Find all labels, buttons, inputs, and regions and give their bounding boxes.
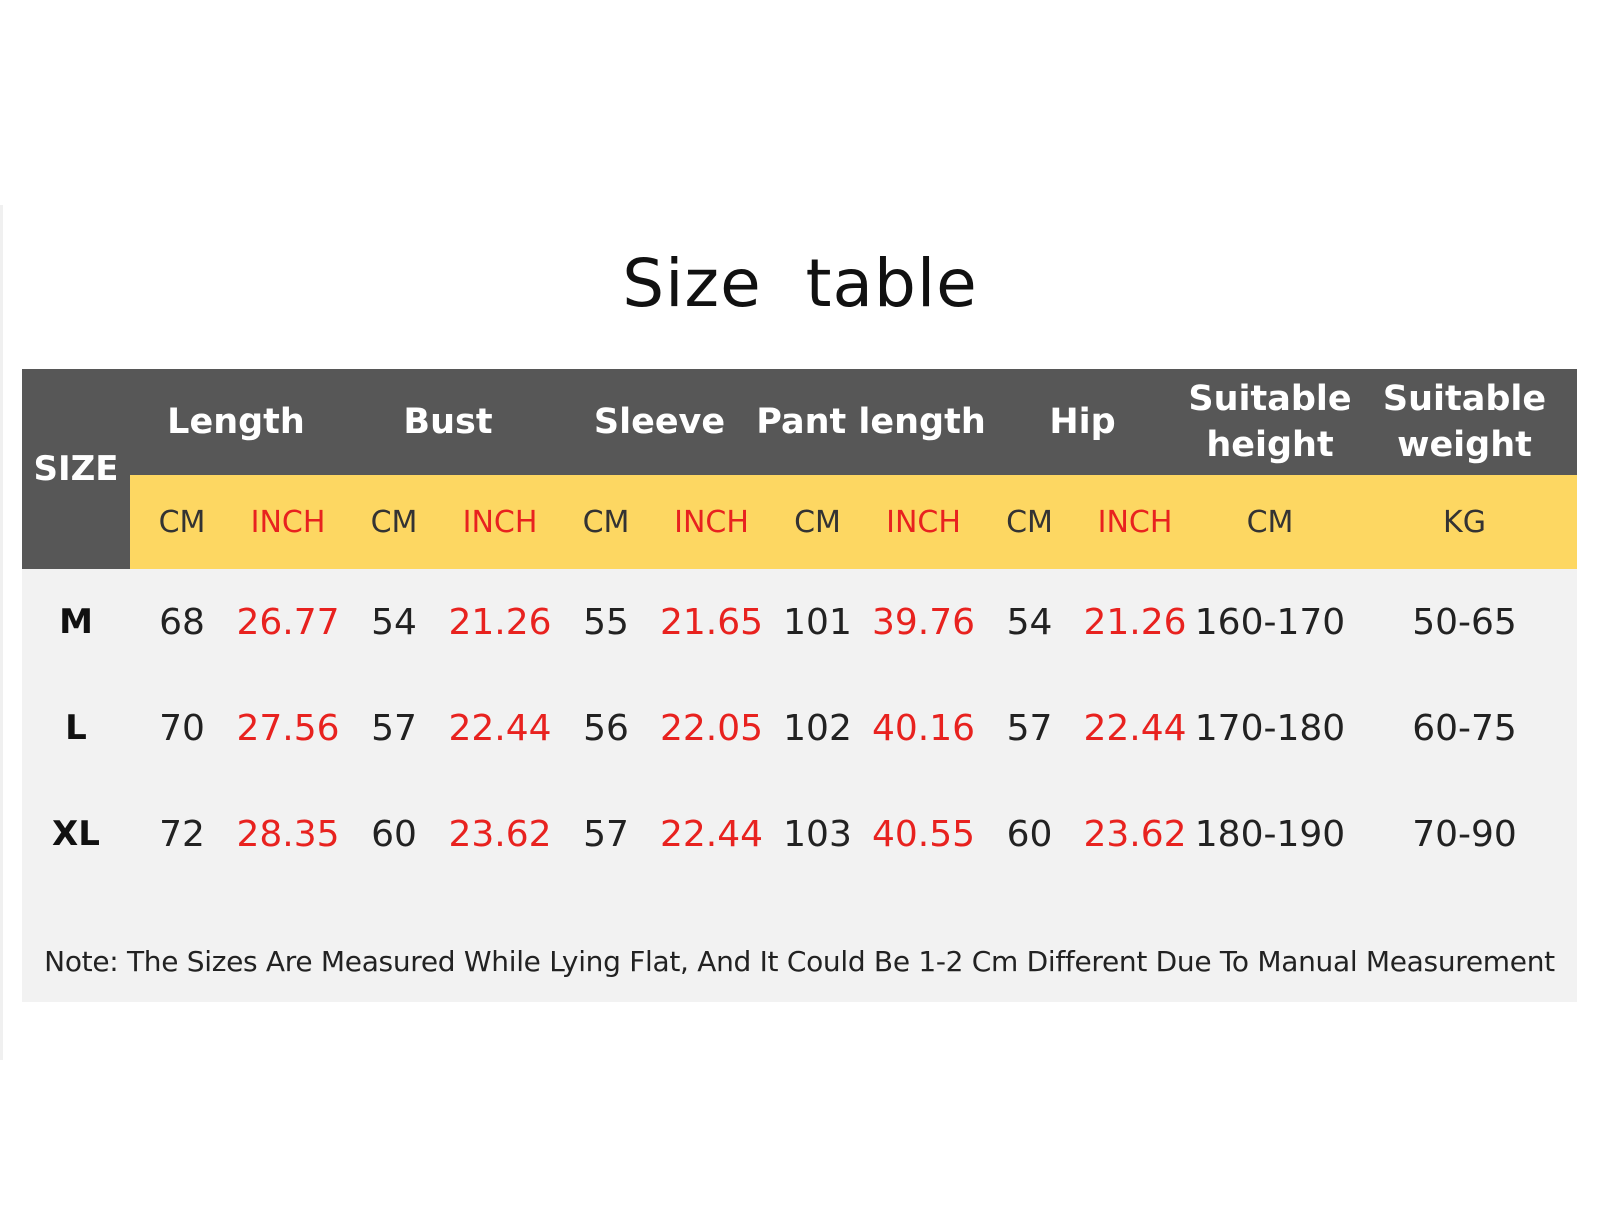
table-cell: 23.62 [448, 813, 552, 855]
table-cell: 27.56 [236, 707, 340, 749]
table-cell: 22.44 [448, 707, 552, 749]
table-cell: 40.16 [871, 707, 976, 749]
column-header-pant-length: Pant length [756, 402, 986, 442]
unit-label-cm: CM [582, 504, 630, 540]
table-cell: 22.44 [1083, 707, 1187, 749]
table-cell: 68 [159, 601, 205, 643]
measurement-note: Note: The Sizes Are Measured While Lying… [44, 944, 1555, 978]
column-header-hip: Hip [1049, 402, 1116, 442]
table-cell: 57 [371, 707, 417, 749]
table-cell: 26.77 [236, 601, 340, 643]
table-cell: 55 [583, 601, 629, 643]
column-header-suitable-weight: Suitable weight [1382, 379, 1547, 465]
column-header-length: Length [167, 402, 305, 442]
unit-label-inch: INCH [1097, 504, 1173, 540]
table-cell: 50-65 [1412, 601, 1517, 643]
row-size-label: XL [52, 814, 100, 854]
table-cell: 21.26 [448, 601, 552, 643]
table-cell: 70-90 [1412, 813, 1517, 855]
unit-label-cm: CM [1006, 504, 1053, 540]
unit-label-inch: INCH [674, 504, 749, 540]
table-cell: 103 [783, 813, 852, 855]
table-cell: 180-190 [1194, 813, 1346, 855]
table-cell: 60-75 [1412, 707, 1517, 749]
table-cell: 56 [583, 707, 629, 749]
table-cell: 170-180 [1194, 707, 1346, 749]
size-column-header: SIZE [33, 449, 119, 489]
table-cell: 40.55 [871, 813, 976, 855]
table-cell: 23.62 [1083, 813, 1187, 855]
unit-label-cm: CM [794, 504, 841, 540]
column-header-sleeve: Sleeve [593, 402, 726, 442]
table-cell: 57 [1006, 707, 1053, 749]
table-cell: 70 [159, 707, 205, 749]
row-size-label: M [59, 602, 93, 642]
table-cell: 160-170 [1194, 601, 1346, 643]
table-cell: 57 [583, 813, 629, 855]
page-title: Size table [622, 245, 978, 322]
table-cell: 102 [783, 707, 852, 749]
unit-label-cm: CM [1246, 504, 1294, 540]
unit-label-inch: INCH [250, 504, 326, 540]
unit-label-cm: CM [158, 504, 206, 540]
table-cell: 60 [1006, 813, 1053, 855]
table-cell: 28.35 [236, 813, 340, 855]
table-cell: 21.26 [1083, 601, 1187, 643]
left-edge-rule [0, 205, 3, 1060]
unit-label-inch: INCH [462, 504, 538, 540]
unit-label-cm: CM [370, 504, 418, 540]
table-cell: 22.44 [659, 813, 764, 855]
size-table: SIZE Length CM INCH Bust CM INCH Sleeve CM INCH Pa… [22, 369, 1577, 1002]
table-cell: 54 [371, 601, 417, 643]
column-header-bust: Bust [403, 402, 493, 442]
table-cell: 54 [1006, 601, 1053, 643]
unit-label-inch: INCH [886, 504, 961, 540]
table-cell: 101 [783, 601, 852, 643]
table-cell: 22.05 [659, 707, 764, 749]
table-cell: 39.76 [871, 601, 976, 643]
unit-label-kg: KG [1443, 504, 1486, 540]
column-header-suitable-height: Suitable height [1188, 379, 1352, 465]
table-cell: 60 [371, 813, 417, 855]
table-cell: 72 [159, 813, 205, 855]
row-size-label: L [65, 708, 87, 748]
table-cell: 21.65 [659, 601, 764, 643]
